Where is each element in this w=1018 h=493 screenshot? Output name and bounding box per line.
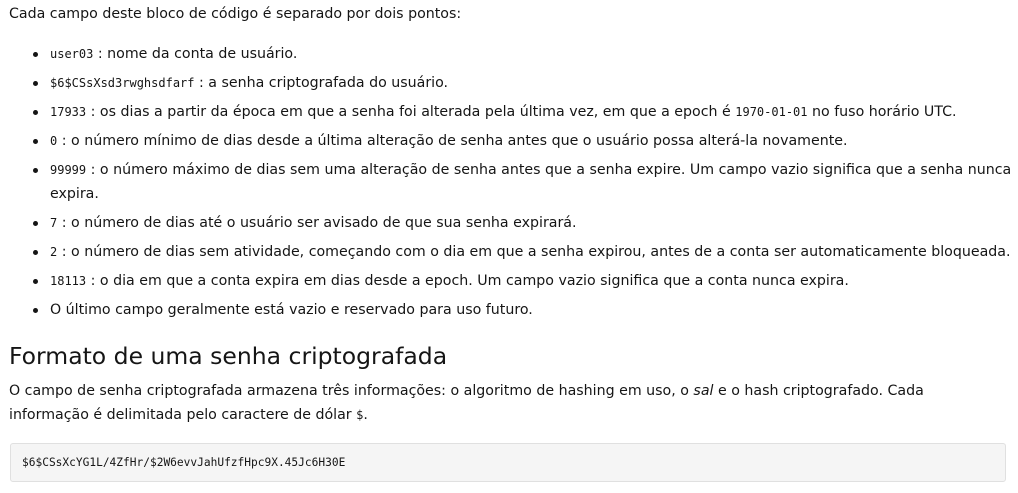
section-paragraph: O campo de senha criptografada armazena … (9, 379, 999, 427)
code-block: $6$CSsXcYG1L/4ZfHr/$2W6evvJahUfzfHpc9X.4… (10, 443, 1006, 482)
list-item: 7 : o número de dias até o usuário ser a… (0, 211, 1012, 235)
list-item: user03 : nome da conta de usuário. (0, 42, 1012, 66)
field-description: : o número de dias até o usuário ser avi… (57, 215, 577, 231)
field-description: : nome da conta de usuário. (93, 46, 298, 62)
paragraph-text: O campo de senha criptografada armazena … (9, 383, 694, 399)
document-page: Cada campo deste bloco de código é separ… (0, 0, 1018, 493)
list-item: 18113 : o dia em que a conta expira em d… (0, 269, 1012, 293)
field-description: : os dias a partir da época em que a sen… (86, 104, 736, 120)
field-description: : o número de dias sem atividade, começa… (57, 244, 1011, 260)
epoch-code: 1970-01-01 (735, 105, 808, 119)
field-description-tail: no fuso horário UTC. (807, 104, 957, 120)
list-item: O último campo geralmente está vazio e r… (0, 298, 1012, 322)
field-code: 18113 (50, 274, 87, 288)
section-heading: Formato de uma senha criptografada (9, 342, 448, 370)
field-description: O último campo geralmente está vazio e r… (50, 302, 533, 318)
field-description: : o número máximo de dias sem uma altera… (50, 162, 1012, 202)
list-item: 2 : o número de dias sem atividade, come… (0, 240, 1012, 264)
field-list: user03 : nome da conta de usuário. $6$CS… (0, 42, 1012, 327)
list-item: 0 : o número mínimo de dias desde a últi… (0, 129, 1012, 153)
field-code: 17933 (50, 105, 87, 119)
code-block-text: $6$CSsXcYG1L/4ZfHr/$2W6evvJahUfzfHpc9X.4… (22, 456, 346, 469)
field-code: 99999 (50, 163, 87, 177)
list-item: $6$CSsXsd3rwghsdfarf : a senha criptogra… (0, 71, 1012, 95)
field-code: $6$CSsXsd3rwghsdfarf (50, 76, 195, 90)
paragraph-text: . (363, 407, 368, 423)
field-description: : o número mínimo de dias desde a última… (57, 133, 848, 149)
field-description: : o dia em que a conta expira em dias de… (86, 273, 849, 289)
field-description: : a senha criptografada do usuário. (194, 75, 449, 91)
list-item: 17933 : os dias a partir da época em que… (0, 100, 1012, 124)
intro-text: Cada campo deste bloco de código é separ… (9, 6, 462, 22)
paragraph-emphasis: sal (693, 383, 714, 399)
field-code: user03 (50, 47, 94, 61)
list-item: 99999 : o número máximo de dias sem uma … (0, 158, 1012, 206)
